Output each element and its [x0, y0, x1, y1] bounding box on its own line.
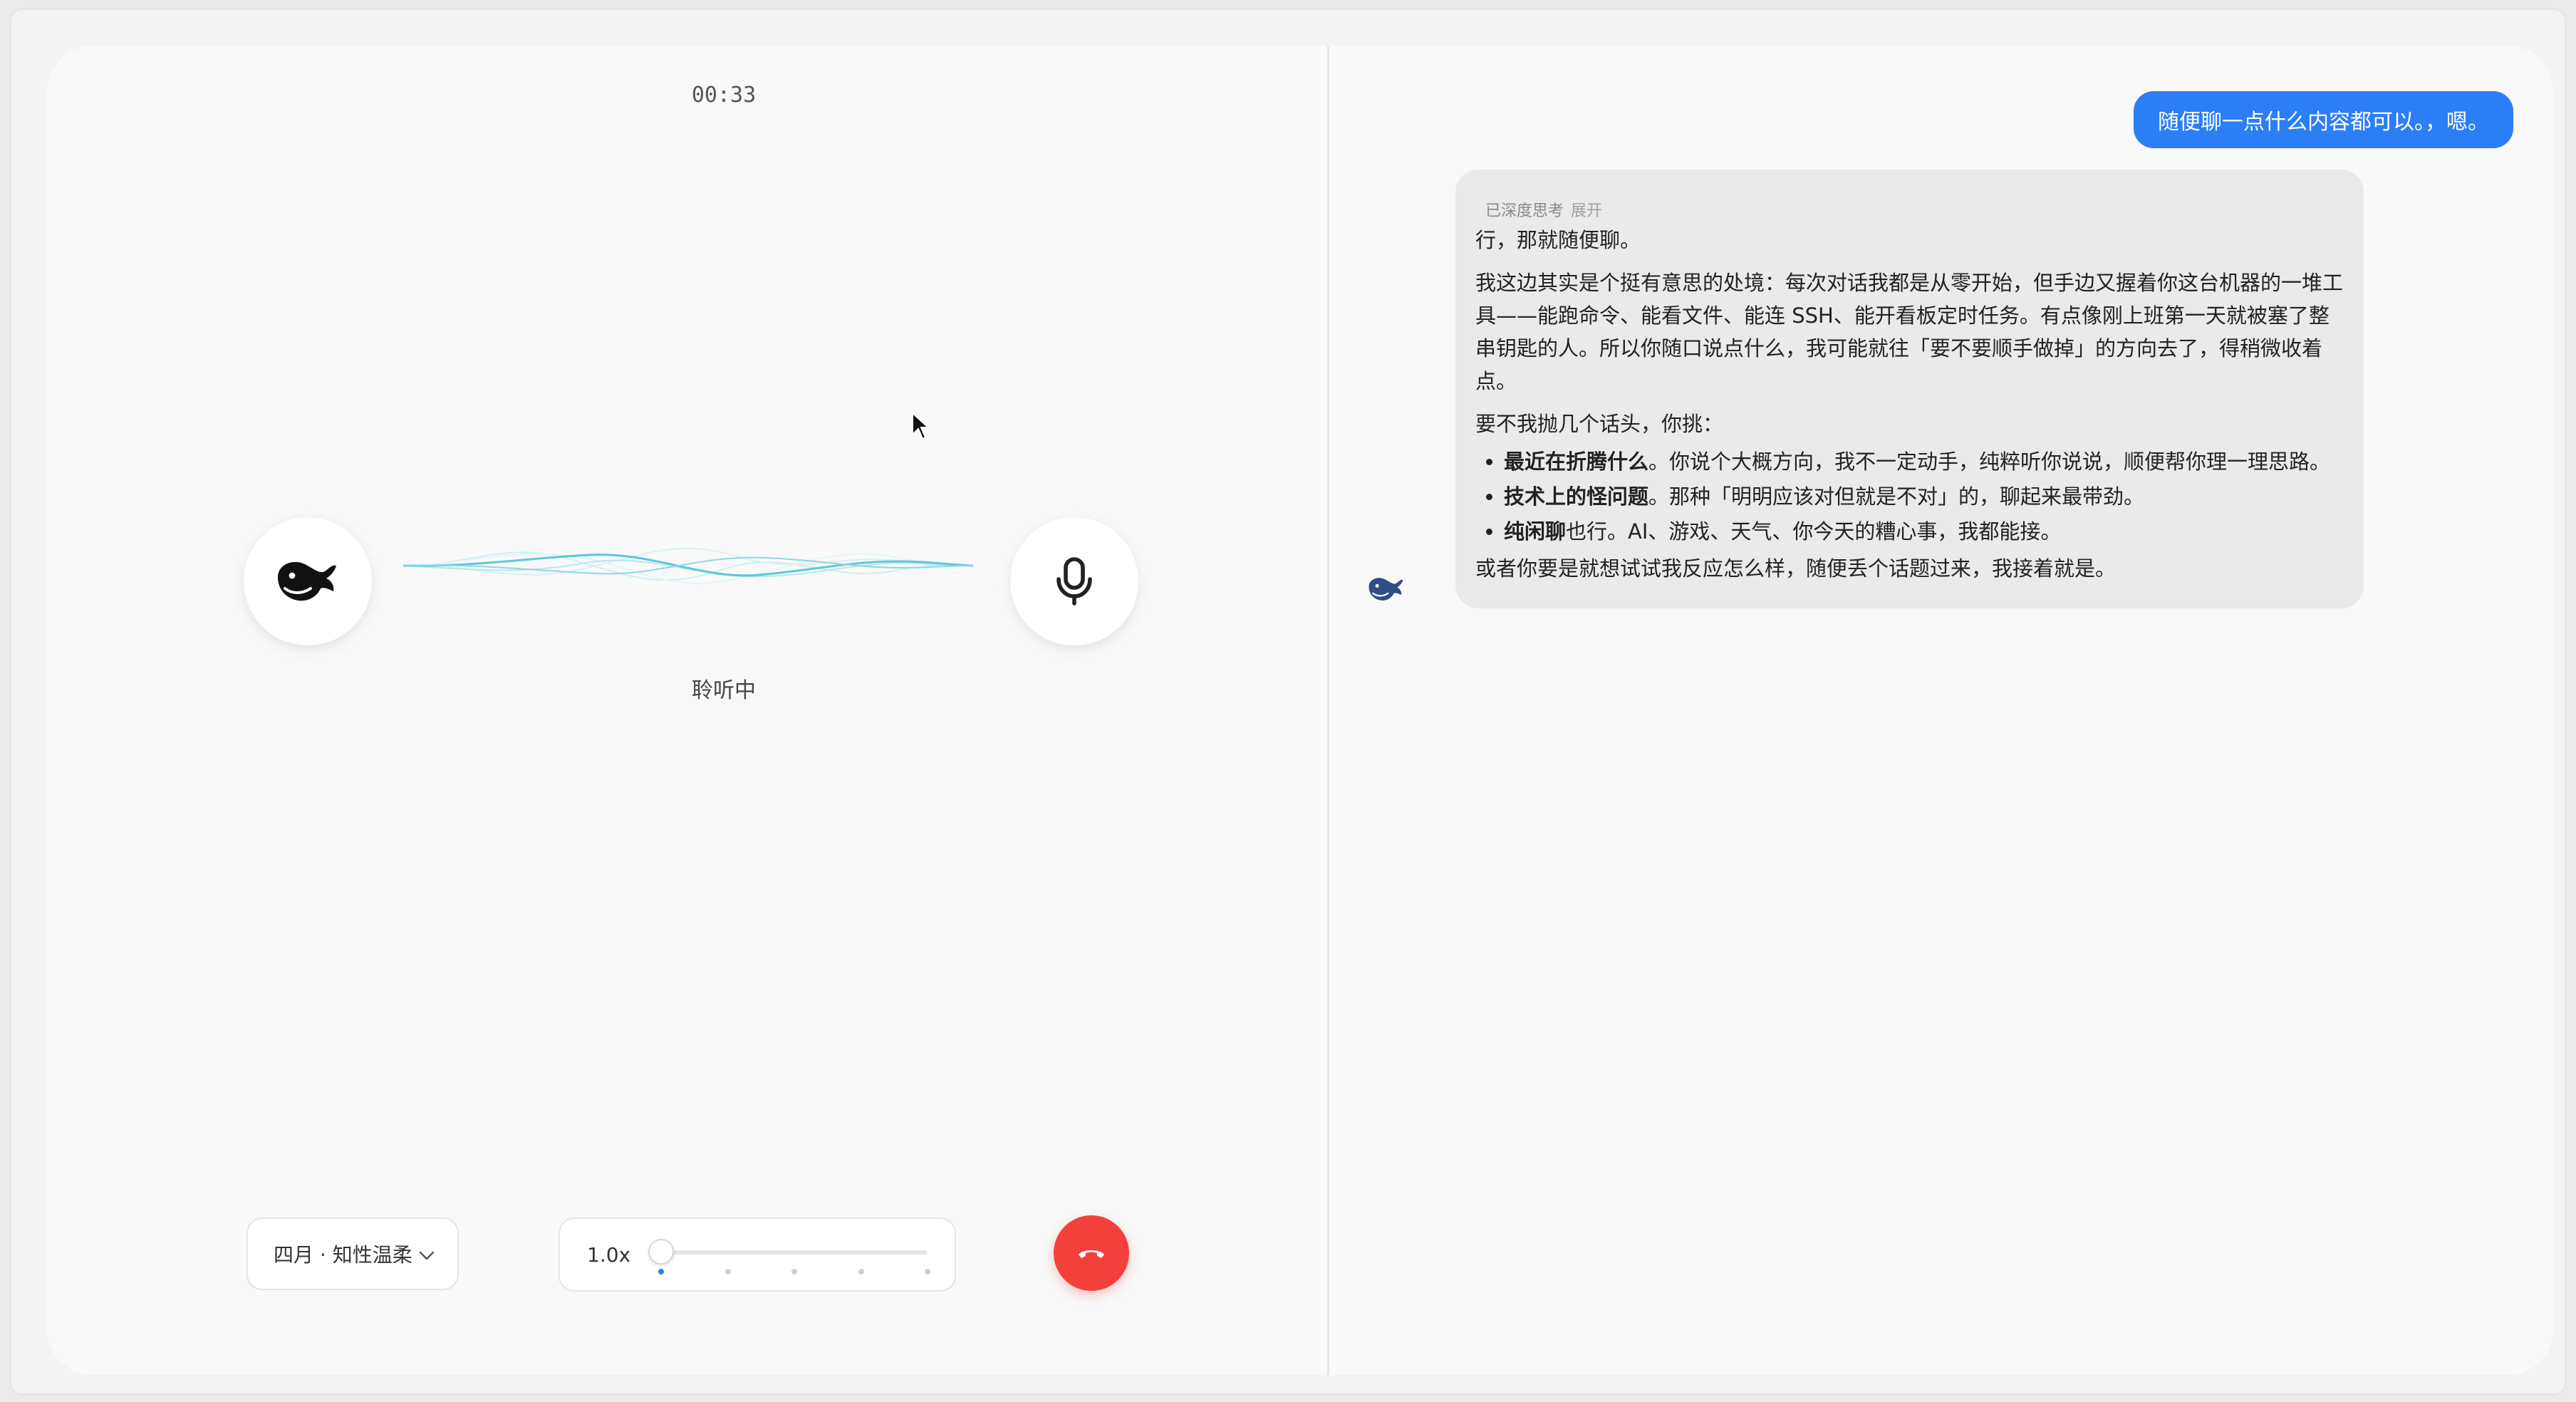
speed-tick[interactable] [791, 1269, 797, 1274]
reply-paragraph: 我这边其实是个挺有意思的处境：每次对话我都是从零开始，但手边又握着你这台机器的一… [1475, 271, 2344, 393]
topic-text: 也行。AI、游戏、天气、你今天的糟心事，我都能接。 [1566, 519, 2062, 544]
reply-topic-list: 最近在折腾什么。你说个大概方向，我不一定动手，纯粹听你说说，顺便帮你理一理思路。… [1475, 445, 2344, 549]
voice-call-panel: 00:33 聆听中 四月 · 知性温柔 1.0x [47, 46, 1327, 1375]
voice-call-window: 00:33 聆听中 四月 · 知性温柔 1.0x 随便聊一点什么内容都可以。，嗯… [47, 46, 2553, 1375]
call-timer: 00:33 [691, 83, 757, 108]
topic-text: 。那种「明明应该对但就是不对」的，聊起来最带劲。 [1648, 484, 2145, 509]
reply-intro: 要不我抛几个话头，你挑： [1475, 412, 1724, 436]
thinking-label: 已深度思考 [1485, 202, 1564, 220]
user-message: 随便聊一点什么内容都可以。，嗯。 [2134, 91, 2513, 148]
mouse-cursor-icon [912, 412, 930, 440]
deepseek-whale-icon [1368, 578, 1403, 601]
speed-control: 1.0x [559, 1217, 956, 1292]
transcript-panel: 随便聊一点什么内容都可以。，嗯。 已深度思考 展开 行，那就随便聊。 我这边其实是… [1329, 46, 2553, 1375]
speed-tick[interactable] [658, 1269, 664, 1274]
speed-tick[interactable] [724, 1269, 731, 1274]
app-frame: 00:33 聆听中 四月 · 知性温柔 1.0x 随便聊一点什么内容都可以。，嗯… [11, 10, 2565, 1393]
assistant-avatar [244, 517, 372, 645]
topic-title: 技术上的怪问题 [1504, 484, 1649, 509]
voice-waveform [403, 548, 973, 584]
phone-hangup-icon [1079, 1250, 1104, 1258]
thinking-status: 已深度思考 展开 [1485, 198, 2344, 221]
voice-select[interactable]: 四月 · 知性温柔 [246, 1217, 459, 1290]
microphone-icon [1056, 557, 1092, 606]
topic-text: 。你说个大概方向，我不一定动手，纯粹听你说说，顺便帮你理一理思路。 [1648, 450, 2331, 474]
speed-label: 1.0x [587, 1243, 631, 1267]
chevron-down-icon [419, 1251, 435, 1260]
list-item: 纯闲聊也行。AI、游戏、天气、你今天的糟心事，我都能接。 [1504, 514, 2344, 549]
topic-title: 最近在折腾什么 [1504, 450, 1649, 474]
reply-lead: 行，那就随便聊。 [1475, 228, 1641, 252]
speed-slider-thumb[interactable] [648, 1239, 674, 1265]
reply-closing: 或者你要是就想试试我反应怎么样，随便丢个话题过来，我接着就是。 [1475, 556, 2117, 581]
deepseek-whale-icon [278, 561, 336, 601]
hang-up-button[interactable] [1054, 1215, 1129, 1291]
topic-title: 纯闲聊 [1504, 519, 1567, 544]
assistant-message: 已深度思考 展开 行，那就随便聊。 我这边其实是个挺有意思的处境：每次对话我都是从… [1455, 170, 2364, 608]
thinking-expand-toggle[interactable]: 展开 [1571, 202, 1602, 220]
list-item: 技术上的怪问题。那种「明明应该对但就是不对」的，聊起来最带劲。 [1504, 479, 2344, 514]
speed-tick[interactable] [858, 1269, 864, 1274]
speed-tick[interactable] [925, 1269, 930, 1274]
mic-button[interactable] [1010, 517, 1138, 645]
speed-track[interactable] [661, 1250, 928, 1255]
call-status: 聆听中 [692, 678, 756, 703]
voice-select-label: 四月 · 知性温柔 [274, 1243, 412, 1267]
list-item: 最近在折腾什么。你说个大概方向，我不一定动手，纯粹听你说说，顺便帮你理一理思路。 [1504, 445, 2344, 479]
